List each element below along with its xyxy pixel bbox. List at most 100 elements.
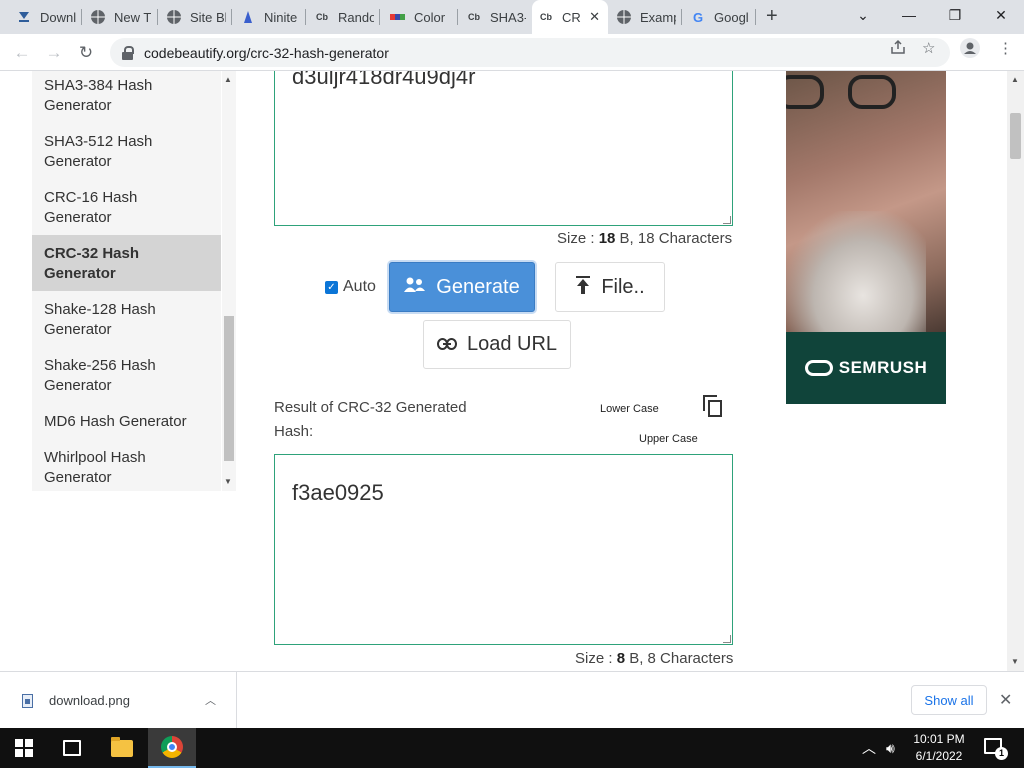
- tab-crc-active[interactable]: Cb CR ✕: [532, 0, 608, 34]
- tab-random[interactable]: Cb Rando: [308, 0, 380, 34]
- lower-case-button[interactable]: Lower Case: [600, 403, 659, 415]
- ad-brand-banner[interactable]: SEMRUSH: [786, 332, 946, 404]
- tab-google[interactable]: G Googl: [684, 0, 756, 34]
- sidebar-scroll-thumb[interactable]: [224, 316, 234, 461]
- download-file-name[interactable]: download.png: [49, 693, 130, 708]
- bookmark-star-icon[interactable]: ☆: [922, 39, 935, 57]
- close-window-button[interactable]: ✕: [978, 0, 1024, 30]
- chevron-up-icon[interactable]: ︿: [862, 728, 876, 768]
- page-content: SHA3-384 Hash Generator SHA3-512 Hash Ge…: [0, 71, 1024, 671]
- google-icon: G: [692, 9, 704, 25]
- downloads-bar: download.png ︿ Show all ✕: [0, 671, 1024, 729]
- tab-downloads[interactable]: Downl: [10, 0, 82, 34]
- tab-example[interactable]: Examp: [610, 0, 682, 34]
- codebeautify-icon: Cb: [468, 12, 480, 22]
- sidebar-item-crc-16[interactable]: CRC-16 Hash Generator: [32, 188, 221, 228]
- download-item[interactable]: download.png: [0, 672, 237, 729]
- forward-arrow-icon[interactable]: →: [42, 41, 66, 65]
- scroll-down-icon[interactable]: ▼: [224, 477, 232, 486]
- sidebar-item-sha3-384[interactable]: SHA3-384 Hash Generator: [32, 76, 221, 116]
- folder-icon: [111, 736, 133, 757]
- hash-output[interactable]: f3ae0925: [292, 480, 384, 505]
- image-file-icon: [22, 693, 33, 708]
- sidebar-item-shake-256[interactable]: Shake-256 Hash Generator: [32, 356, 221, 396]
- share-icon[interactable]: [890, 39, 906, 59]
- auto-label: Auto: [343, 278, 376, 295]
- resize-grip-icon[interactable]: [723, 216, 731, 224]
- auto-toggle[interactable]: ✓ Auto: [325, 278, 376, 296]
- sidebar-item-md6[interactable]: MD6 Hash Generator: [32, 412, 221, 432]
- windows-taskbar: ︿ 🔊︎ 10:01 PM 6/1/2022 1: [0, 728, 1024, 768]
- menu-kebab-icon[interactable]: ⋮: [998, 39, 1013, 57]
- semrush-logo-icon: [804, 360, 833, 376]
- load-url-button[interactable]: Load URL: [423, 320, 571, 369]
- sidebar-scrollbar[interactable]: ▲ ▼: [222, 71, 236, 491]
- semrush-ad[interactable]: SEMRUSH: [786, 71, 946, 404]
- input-size-info: Size : 18 B, 18 Characters: [557, 230, 733, 247]
- output-size-info: Size : 8 B, 8 Characters: [575, 650, 734, 667]
- scroll-up-icon[interactable]: ▲: [224, 75, 232, 84]
- minimize-button[interactable]: —: [886, 0, 932, 30]
- auto-checkbox[interactable]: ✓: [325, 280, 338, 294]
- link-icon: [436, 334, 457, 355]
- lock-icon[interactable]: [122, 45, 134, 60]
- restore-button[interactable]: ❐: [932, 0, 978, 30]
- sidebar-item-sha3-512[interactable]: SHA3-512 Hash Generator: [32, 132, 221, 172]
- back-arrow-icon[interactable]: ←: [10, 41, 34, 65]
- close-icon[interactable]: ✕: [999, 690, 1012, 710]
- upload-icon: [575, 275, 591, 299]
- tab-sha3[interactable]: Cb SHA3-: [460, 0, 532, 34]
- resize-grip-icon[interactable]: [723, 635, 731, 643]
- volume-icon[interactable]: 🔊︎: [886, 728, 895, 768]
- chrome-icon: [161, 736, 183, 758]
- system-clock[interactable]: 10:01 PM 6/1/2022: [903, 731, 975, 765]
- tab-title: CR: [562, 9, 581, 25]
- file-explorer-button[interactable]: [98, 728, 146, 768]
- browser-toolbar: ← → ↻ codebeautify.org/crc-32-hash-gener…: [0, 34, 1024, 71]
- tab-title: New T: [114, 9, 152, 25]
- chrome-taskbar-button[interactable]: [148, 728, 196, 768]
- notification-icon[interactable]: 1: [984, 738, 1008, 760]
- globe-icon: [166, 9, 182, 25]
- tools-sidebar: SHA3-384 Hash Generator SHA3-512 Hash Ge…: [32, 71, 221, 491]
- scroll-down-icon[interactable]: ▼: [1011, 657, 1019, 666]
- color-icon: [390, 9, 406, 25]
- profile-avatar-icon[interactable]: [960, 38, 980, 62]
- tab-color[interactable]: Color: [384, 0, 458, 34]
- show-all-button[interactable]: Show all: [911, 685, 987, 715]
- reload-icon[interactable]: ↻: [74, 41, 98, 65]
- sidebar-item-crc-32[interactable]: CRC-32 Hash Generator: [32, 235, 221, 291]
- close-tab-icon[interactable]: ✕: [589, 9, 600, 25]
- tab-new-tab[interactable]: New T: [84, 0, 158, 34]
- task-view-button[interactable]: [48, 728, 96, 768]
- tab-title: Examp: [640, 9, 676, 25]
- copy-icon[interactable]: [703, 395, 723, 417]
- page-scroll-thumb[interactable]: [1010, 113, 1021, 159]
- new-tab-button[interactable]: +: [766, 5, 778, 28]
- windows-logo-icon: [15, 739, 33, 757]
- tab-title: Googl: [714, 9, 749, 25]
- output-textarea[interactable]: f3ae0925: [274, 454, 733, 645]
- sidebar-item-whirlpool[interactable]: Whirlpool Hash Generator: [32, 448, 221, 488]
- tab-title: Rando: [338, 9, 374, 25]
- download-arrow-icon: [16, 9, 32, 25]
- input-text[interactable]: d3uljr418dr4u9dj4r: [292, 71, 475, 89]
- task-view-icon: [63, 740, 81, 756]
- upper-case-button[interactable]: Upper Case: [639, 433, 698, 445]
- tab-site-blocker[interactable]: Site Bl: [160, 0, 232, 34]
- file-upload-button[interactable]: File..: [555, 262, 665, 312]
- scroll-up-icon[interactable]: ▲: [1011, 75, 1019, 84]
- tab-title: SHA3-: [490, 9, 526, 25]
- tab-search-icon[interactable]: ⌄: [840, 0, 886, 30]
- start-button[interactable]: [0, 728, 48, 768]
- sidebar-item-shake-128[interactable]: Shake-128 Hash Generator: [32, 300, 221, 340]
- generate-button[interactable]: Generate: [389, 262, 535, 312]
- url-text[interactable]: codebeautify.org/crc-32-hash-generator: [144, 45, 389, 61]
- codebeautify-icon: Cb: [316, 12, 328, 22]
- page-scrollbar[interactable]: ▲ ▼: [1007, 71, 1024, 671]
- address-bar[interactable]: codebeautify.org/crc-32-hash-generator: [110, 38, 950, 67]
- chevron-up-icon[interactable]: ︿: [205, 692, 216, 708]
- input-textarea[interactable]: d3uljr418dr4u9dj4r: [274, 71, 733, 226]
- tab-title: Color: [414, 9, 446, 25]
- tab-ninite[interactable]: Ninite: [234, 0, 306, 34]
